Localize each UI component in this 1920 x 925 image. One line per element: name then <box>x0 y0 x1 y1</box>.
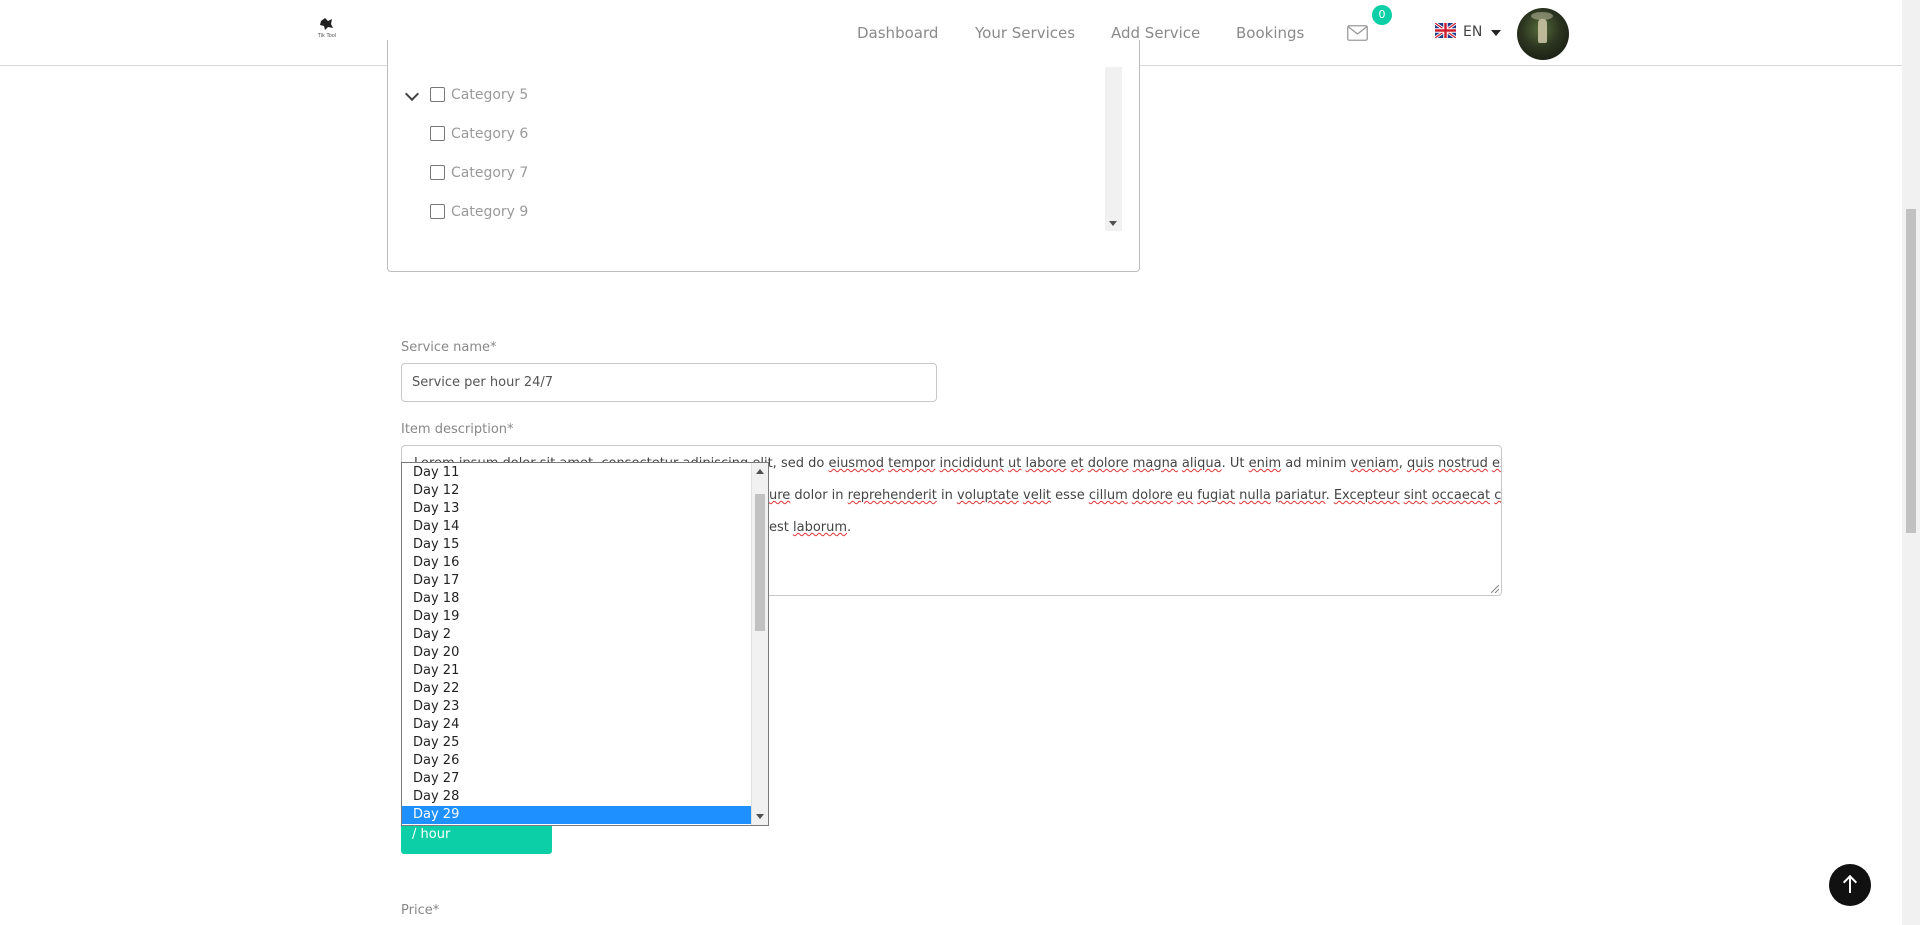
caret-down-icon[interactable] <box>1491 30 1501 36</box>
category-tree <box>387 40 1140 272</box>
service-name-label: Service name* <box>401 340 497 355</box>
uk-flag-icon[interactable] <box>1435 23 1456 38</box>
category-5-label[interactable]: Category 5 <box>451 87 528 103</box>
day-option[interactable]: Day 15 <box>402 536 752 554</box>
dropdown-scrollbar[interactable] <box>751 463 768 825</box>
category-5-checkbox[interactable] <box>430 87 445 102</box>
page-scrollbar-thumb[interactable] <box>1906 209 1916 533</box>
day-option[interactable]: Day 13 <box>402 500 752 518</box>
envelope-icon[interactable] <box>1347 25 1368 41</box>
day-option[interactable]: Day 14 <box>402 518 752 536</box>
day-option[interactable]: Day 25 <box>402 734 752 752</box>
day-option[interactable]: Day 27 <box>402 770 752 788</box>
day-option[interactable]: Day 20 <box>402 644 752 662</box>
day-option[interactable]: Day 21 <box>402 662 752 680</box>
category-7-checkbox[interactable] <box>430 165 445 180</box>
day-option[interactable]: Day 11 <box>402 464 752 482</box>
site-logo[interactable]: Tik Tool <box>316 17 338 43</box>
category-9-label[interactable]: Category 9 <box>451 204 528 220</box>
day-option[interactable]: Day 12 <box>402 482 752 500</box>
arrow-up-icon-head <box>1842 874 1858 890</box>
day-option[interactable]: Day 2 <box>402 626 752 644</box>
day-option[interactable]: Day 18 <box>402 590 752 608</box>
category-tree-scrollbar[interactable] <box>1105 67 1122 231</box>
nav-bookings[interactable]: Bookings <box>1236 24 1304 42</box>
day-option[interactable]: Day 19 <box>402 608 752 626</box>
day-option[interactable]: Day 24 <box>402 716 752 734</box>
language-selector[interactable]: EN <box>1463 24 1482 40</box>
description-line-3: est laborum. <box>769 520 852 535</box>
dropdown-scrollbar-thumb[interactable] <box>755 494 765 631</box>
rate-unit-button[interactable]: / hour <box>401 823 552 854</box>
description-label: Item description* <box>401 422 514 437</box>
category-7-label[interactable]: Category 7 <box>451 165 528 181</box>
day-option[interactable]: Day 29 <box>402 806 752 824</box>
category-9-checkbox[interactable] <box>430 204 445 219</box>
day-option[interactable]: Day 17 <box>402 572 752 590</box>
messages-count-badge: 0 <box>1372 5 1392 25</box>
description-line-2: ure dolor in reprehenderit in voluptate … <box>769 488 1502 503</box>
day-option[interactable]: Day 28 <box>402 788 752 806</box>
price-label: Price* <box>401 903 440 918</box>
day-select-dropdown[interactable]: Day 11 Day 12 Day 13 Day 14 Day 15 Day 16 Day … <box>401 462 769 826</box>
logo-icon <box>320 18 333 30</box>
day-option[interactable]: Day 26 <box>402 752 752 770</box>
scroll-down-arrow-icon[interactable] <box>756 814 764 819</box>
back-to-top-button[interactable] <box>1829 864 1871 906</box>
day-option[interactable]: Day 23 <box>402 698 752 716</box>
day-option[interactable]: Day 22 <box>402 680 752 698</box>
avatar-figure <box>1538 19 1547 43</box>
category-6-checkbox[interactable] <box>430 126 445 141</box>
logo-text: Tik Tool <box>317 33 337 39</box>
resize-handle-icon[interactable] <box>1491 585 1499 593</box>
day-option[interactable]: Day 16 <box>402 554 752 572</box>
service-name-input[interactable] <box>401 363 937 402</box>
category-6-label[interactable]: Category 6 <box>451 126 528 142</box>
scroll-up-arrow-icon[interactable] <box>756 469 764 474</box>
scroll-down-arrow-icon[interactable] <box>1109 221 1117 226</box>
user-avatar[interactable] <box>1517 8 1569 60</box>
